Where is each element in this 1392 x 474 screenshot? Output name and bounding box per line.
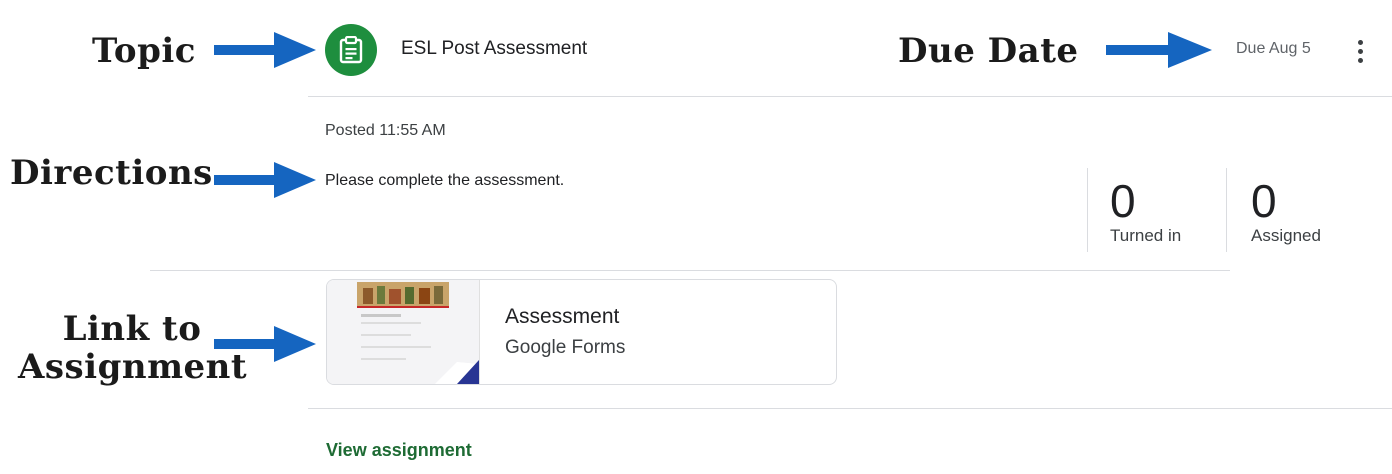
- assignment-title: ESL Post Assessment: [401, 38, 588, 59]
- stat-turned-in[interactable]: 0 Turned in: [1110, 176, 1181, 246]
- more-vert-icon[interactable]: [1350, 36, 1370, 66]
- attachment-title: Assessment: [505, 305, 620, 328]
- view-assignment-link[interactable]: View assignment: [326, 440, 472, 461]
- stat-turned-in-value: 0: [1110, 175, 1136, 227]
- attachment-thumbnail: [327, 280, 480, 384]
- arrow-link-to-assignment: [214, 326, 316, 362]
- callout-due-date: Due Date: [898, 31, 1079, 71]
- arrow-due-date: [1106, 32, 1212, 68]
- stat-turned-in-label: Turned in: [1110, 226, 1182, 245]
- assignment-clipboard-icon: [325, 24, 377, 76]
- attachment-card[interactable]: Assessment Google Forms: [326, 279, 837, 385]
- arrow-topic: [214, 32, 316, 68]
- body-divider: [150, 270, 1230, 271]
- stat-assigned[interactable]: 0 Assigned: [1251, 176, 1321, 246]
- assignment-instructions: Please complete the assessment.: [325, 172, 565, 189]
- stats-divider-left: [1087, 168, 1088, 252]
- callout-link-line2: Assignment: [18, 347, 248, 387]
- callout-link-line1: Link to: [62, 309, 202, 349]
- due-date: Due Aug 5: [1236, 40, 1311, 57]
- header-divider: [308, 96, 1392, 97]
- stats-divider-middle: [1226, 168, 1227, 252]
- arrow-directions: [214, 162, 316, 198]
- posted-time: Posted 11:55 AM: [325, 122, 446, 139]
- callout-topic: Topic: [92, 31, 196, 71]
- stat-assigned-value: 0: [1251, 175, 1277, 227]
- stat-assigned-label: Assigned: [1251, 226, 1321, 245]
- callout-directions: Directions: [10, 153, 213, 193]
- callout-link-to-assignment: Link to Assignment: [18, 309, 248, 387]
- attachment-type: Google Forms: [505, 337, 626, 358]
- footer-divider: [308, 408, 1392, 409]
